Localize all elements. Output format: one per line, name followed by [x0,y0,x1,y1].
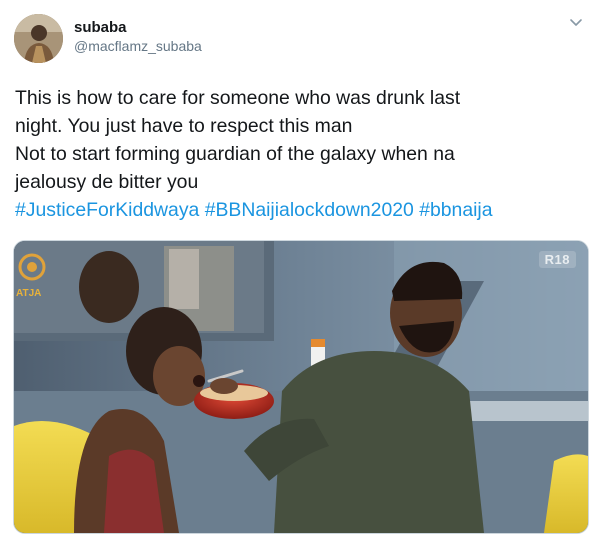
tweet-text-line: night. You just have to respect this man [15,115,353,137]
user-handle[interactable]: @macflamz_subaba [74,38,202,54]
avatar-image [14,14,63,63]
tweet-text-line: jealousy de bitter you [15,171,199,193]
hashtag-link[interactable]: #BBNaijialockdown2020 [205,199,414,221]
rating-badge: R18 [538,251,576,268]
media-photo: ATJA [14,241,588,533]
hashtag-link[interactable]: #JusticeForKiddwaya [15,199,199,221]
hashtag-link[interactable]: #bbnaija [419,199,492,221]
display-name[interactable]: subaba [74,19,127,36]
tweet-text-line: Not to start forming guardian of the gal… [15,143,455,165]
chevron-down-icon[interactable] [569,18,583,28]
hashtag-line: #JusticeForKiddwaya #BBNaijialockdown202… [15,196,583,224]
tweet-media[interactable]: ATJA R18 [13,240,589,534]
tweet-text: This is how to care for someone who was … [15,84,583,224]
tweet-card: subaba @macflamz_subaba This is how to c… [0,0,590,538]
tweet-text-line: This is how to care for someone who was … [15,87,461,109]
avatar[interactable] [14,14,63,63]
logo-text: ATJA [16,288,41,299]
